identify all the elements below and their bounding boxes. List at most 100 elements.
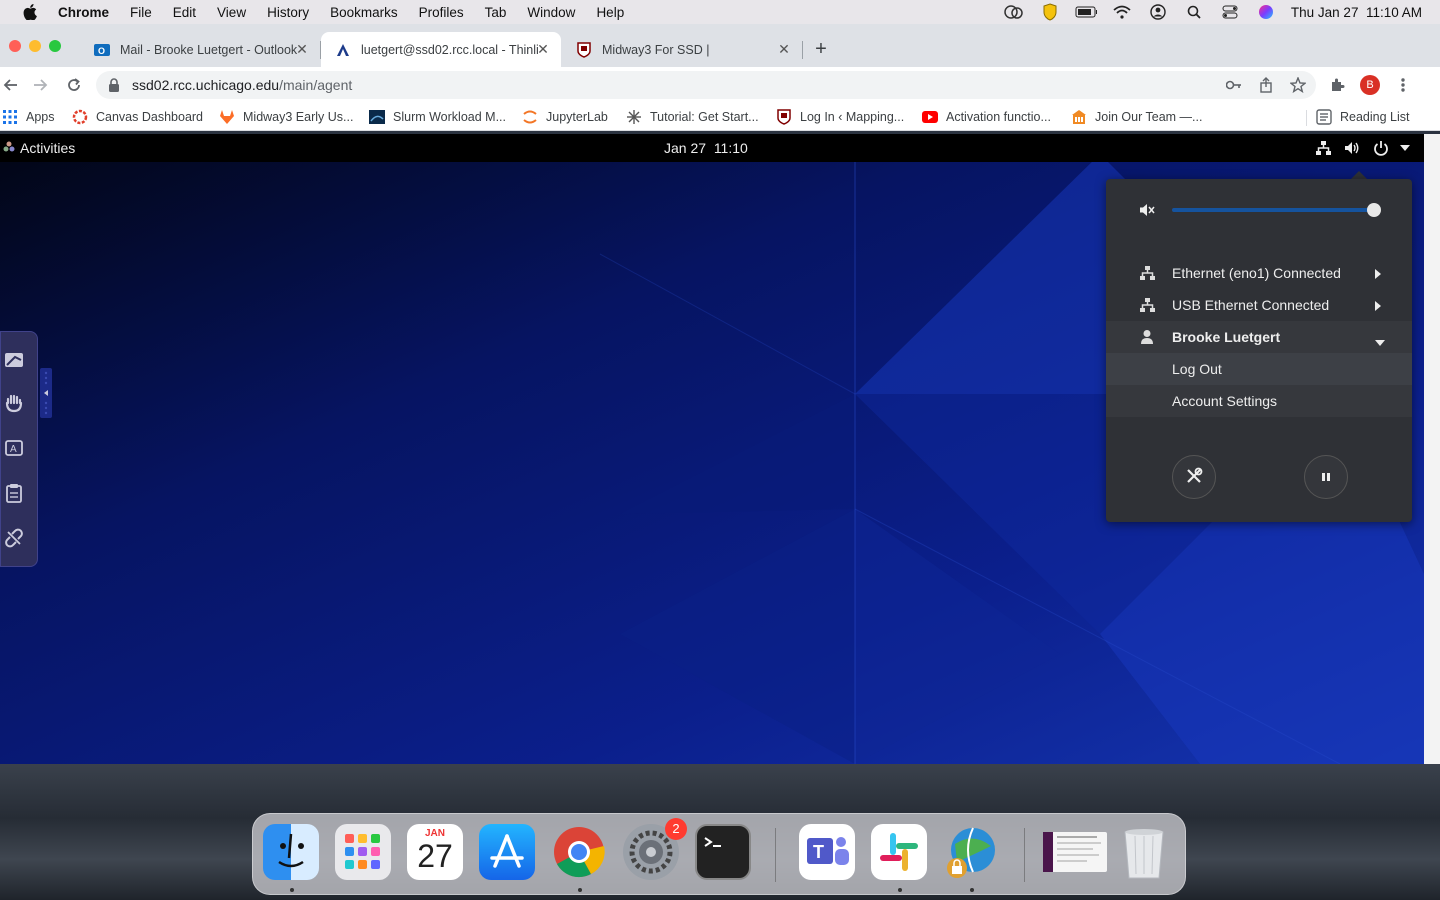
volume-muted-icon[interactable] (1139, 202, 1155, 221)
keyboard-a-icon[interactable]: A (1, 435, 27, 461)
tab-thinlinc[interactable]: luetgert@ssd02.rcc.local - Thinlinc ✕ (321, 32, 561, 67)
spotlight-search-icon[interactable] (1183, 3, 1205, 21)
side-toolbar-handle[interactable] (40, 368, 52, 418)
profile-avatar[interactable]: B (1360, 75, 1380, 95)
bookmark-midway3[interactable]: Midway3 Early Us... (219, 108, 353, 126)
disconnect-link-icon[interactable] (1, 525, 27, 551)
bookmark-jupyterlab[interactable]: JupyterLab (522, 108, 608, 126)
bookmark-activation[interactable]: Activation functio... (922, 108, 1051, 126)
settings-button[interactable] (1172, 455, 1216, 499)
norton-shield-icon[interactable] (1039, 3, 1061, 21)
running-indicator (290, 888, 294, 892)
new-tab-button[interactable]: + (810, 38, 832, 60)
tab-midway3[interactable]: Midway3 For SSD | ✕ (562, 32, 802, 67)
settings-tools-icon (1184, 466, 1204, 489)
menu-item-account-settings[interactable]: Account Settings (1106, 385, 1412, 417)
menu-profiles[interactable]: Profiles (419, 5, 464, 20)
forward-button[interactable] (31, 75, 51, 95)
calendar-icon[interactable]: JAN 27 (407, 824, 463, 880)
menu-window[interactable]: Window (527, 5, 575, 20)
menu-view[interactable]: View (217, 5, 246, 20)
wifi-icon[interactable] (1111, 3, 1133, 21)
control-center-icon[interactable] (1219, 3, 1241, 21)
tab-close-icon[interactable]: ✕ (776, 41, 792, 57)
siri-icon[interactable] (1255, 3, 1277, 21)
reload-button[interactable] (64, 75, 84, 95)
user-account-icon[interactable] (1147, 3, 1169, 21)
battery-icon[interactable] (1075, 3, 1097, 21)
chrome-icon[interactable] (551, 824, 607, 880)
system-menu-chevron-icon[interactable] (1396, 140, 1414, 156)
creative-cloud-icon[interactable] (1003, 3, 1025, 21)
slack-icon[interactable] (871, 824, 927, 880)
pause-button[interactable] (1304, 455, 1348, 499)
bookmark-canvas[interactable]: Canvas Dashboard (72, 108, 203, 126)
system-menu: Ethernet (eno1) Connected USB Ethernet C… (1106, 179, 1412, 522)
apple-menu-icon[interactable] (20, 2, 40, 22)
app-store-icon[interactable] (479, 824, 535, 880)
volume-icon[interactable] (1343, 140, 1361, 156)
screenshot-icon[interactable] (1, 346, 27, 372)
url-text[interactable]: ssd02.rcc.uchicago.edu/main/agent (132, 77, 352, 93)
menu-file[interactable]: File (130, 5, 152, 20)
menu-bookmarks[interactable]: Bookmarks (330, 5, 398, 20)
finder-icon[interactable] (263, 824, 319, 880)
bookmark-label: Apps (26, 110, 55, 124)
menu-edit[interactable]: Edit (173, 5, 196, 20)
terminal-icon[interactable] (695, 824, 751, 880)
menu-help[interactable]: Help (596, 5, 624, 20)
lock-icon[interactable] (106, 77, 122, 93)
volume-slider[interactable] (1172, 208, 1380, 212)
vpn-globe-icon[interactable] (943, 824, 999, 880)
teams-icon[interactable]: T (799, 824, 855, 880)
power-icon[interactable] (1372, 140, 1390, 156)
clipboard-icon[interactable] (1, 480, 27, 506)
tab-outlook-mail[interactable]: O Mail - Brooke Luetgert - Outlook ✕ (80, 32, 320, 67)
menu-item-ethernet[interactable]: Ethernet (eno1) Connected (1106, 257, 1412, 289)
menu-item-usb-ethernet[interactable]: USB Ethernet Connected (1106, 289, 1412, 321)
remote-desktop-view[interactable]: Activities Jan 27 11:10 A Ethernet (eno1… (0, 134, 1424, 764)
address-bar[interactable]: ssd02.rcc.uchicago.edu/main/agent (96, 71, 1316, 99)
reading-list-button[interactable]: Reading List (1316, 108, 1410, 126)
bookmark-apps[interactable]: Apps (2, 108, 55, 126)
network-wired-icon[interactable] (1314, 140, 1332, 156)
minimize-window-button[interactable] (29, 40, 41, 52)
launchpad-icon[interactable] (335, 824, 391, 880)
extensions-puzzle-icon[interactable] (1328, 75, 1348, 95)
bookmark-label: Join Our Team —... (1095, 110, 1203, 124)
bookmark-mapping[interactable]: Log In ‹ Mapping... (776, 108, 904, 126)
hand-icon[interactable] (1, 390, 27, 416)
menu-item-log-out[interactable]: Log Out (1106, 353, 1412, 385)
bookmark-tutorial[interactable]: Tutorial: Get Start... (626, 108, 759, 126)
window-scrollbar[interactable] (1424, 134, 1440, 764)
trash-icon[interactable] (1119, 824, 1169, 880)
menu-tab[interactable]: Tab (485, 5, 507, 20)
key-icon[interactable] (1226, 77, 1242, 93)
recent-window-thumbnail[interactable] (1043, 832, 1107, 872)
gnome-clock[interactable]: Jan 27 11:10 (664, 140, 748, 156)
menubar-datetime[interactable]: Thu Jan 27 11:10 AM (1291, 5, 1422, 20)
bookmark-label: Tutorial: Get Start... (650, 110, 759, 124)
bookmark-label: Slurm Workload M... (393, 110, 506, 124)
slurm-icon (369, 109, 385, 125)
bookmark-slurm[interactable]: Slurm Workload M... (369, 108, 506, 126)
sparkle-icon (626, 109, 642, 125)
close-window-button[interactable] (9, 40, 21, 52)
menu-item-label: Brooke Luetgert (1172, 329, 1281, 345)
menu-history[interactable]: History (267, 5, 309, 20)
volume-slider-knob[interactable] (1366, 203, 1381, 217)
share-icon[interactable] (1258, 77, 1274, 93)
tab-close-icon[interactable]: ✕ (535, 41, 551, 57)
menubar-app-name[interactable]: Chrome (58, 5, 109, 20)
back-button[interactable] (0, 75, 20, 95)
chrome-menu-icon[interactable] (1393, 75, 1413, 95)
chrome-tabstrip: O Mail - Brooke Luetgert - Outlook ✕ lue… (0, 24, 1440, 75)
menu-item-user[interactable]: Brooke Luetgert (1106, 321, 1412, 353)
tab-close-icon[interactable]: ✕ (294, 41, 310, 57)
zoom-window-button[interactable] (49, 40, 61, 52)
activities-button[interactable]: Activities (20, 140, 75, 156)
uchicago-shield-icon (776, 109, 792, 125)
bookmark-star-icon[interactable] (1290, 77, 1306, 93)
thinlinc-icon (335, 42, 351, 58)
bookmark-join-team[interactable]: Join Our Team —... (1071, 108, 1202, 126)
